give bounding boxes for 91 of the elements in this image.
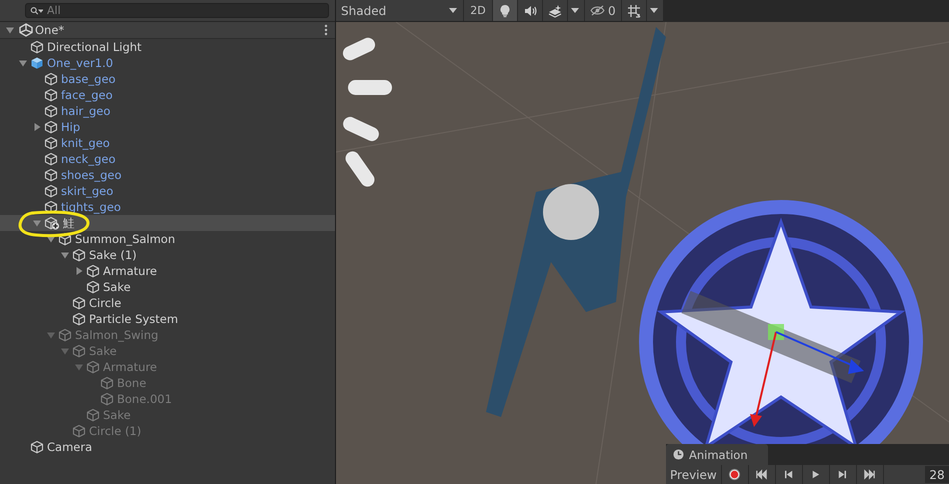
record-icon [728,468,742,481]
item-label: Armature [103,264,157,278]
cube-icon [72,344,86,358]
item-label: Circle (1) [89,424,142,438]
item-label: Sake [103,280,131,294]
hierarchy-item[interactable]: base_geo [0,71,335,87]
item-label: Summon_Salmon [75,232,176,246]
cube-icon [58,328,72,342]
speaker-icon [523,4,537,18]
cube-icon [86,408,100,422]
hierarchy-item[interactable]: 鮭 [0,215,335,231]
item-label: Bone.001 [117,392,172,406]
clock-icon [673,449,684,460]
cube-icon [44,136,58,150]
eye-slash-icon [590,5,605,16]
hierarchy-item[interactable]: neck_geo [0,151,335,167]
cube-icon [86,280,100,294]
hierarchy-item[interactable]: skirt_geo [0,183,335,199]
item-label: Sake [103,408,131,422]
cube-icon [44,184,58,198]
layers-sparkle-icon [548,4,562,18]
hierarchy-item[interactable]: shoes_geo [0,167,335,183]
cube-icon [100,392,114,406]
hierarchy-item[interactable]: tights_geo [0,199,335,215]
item-label: Sake [89,344,117,358]
cube-icon [100,376,114,390]
item-label: base_geo [61,72,116,86]
caret-icon [449,8,457,13]
hierarchy-item[interactable]: Hip [0,119,335,135]
item-label: hair_geo [61,104,110,118]
hierarchy-item[interactable]: face_geo [0,87,335,103]
item-label: One_ver1.0 [47,56,114,70]
caret-icon [650,8,658,13]
item-label: Hip [61,120,80,134]
unity-logo-icon [19,23,33,37]
cube-icon [72,312,86,326]
transform-gizmo-drawing[interactable] [750,324,864,427]
light-bulb-icon [498,4,512,18]
hierarchy-item[interactable]: Sake [0,279,335,295]
frame-field[interactable]: 28 [925,466,949,483]
cube-icon [72,424,86,438]
cube-icon [44,104,58,118]
item-label: Armature [103,360,157,374]
search-icon [30,6,43,16]
hierarchy-item[interactable]: Armature [0,263,335,279]
item-label: Directional Light [47,40,142,54]
skip-forward-icon [863,468,876,481]
animation-tab[interactable]: Animation [666,444,768,465]
hierarchy-item[interactable]: Sake (1) [0,247,335,263]
item-label: shoes_geo [61,168,122,182]
cube-icon [72,296,86,310]
lighting-toggle[interactable] [492,0,517,21]
item-label: face_geo [61,88,113,102]
prefab-cube-icon [30,56,44,70]
cube-icon [30,40,44,54]
hierarchy-item[interactable]: Particle System [0,311,335,327]
cube-icon [44,152,58,166]
hierarchy-item[interactable]: Camera [0,439,335,455]
caret-icon [571,8,579,13]
hierarchy-item[interactable]: Summon_Salmon [0,231,335,247]
hierarchy-item[interactable]: Directional Light [0,39,335,55]
cube-icon [44,168,58,182]
scene-title: One* [35,23,66,37]
item-label: Sake (1) [89,248,137,262]
item-label: knit_geo [61,136,110,150]
cube-icon [44,88,58,102]
preview-button[interactable]: Preview [666,465,722,484]
item-label: tights_geo [61,200,121,214]
cube-icon [72,248,86,262]
item-label: Particle System [89,312,178,326]
hierarchy-item[interactable]: knit_geo [0,135,335,151]
item-label: Bone [117,376,146,390]
item-label: Salmon_Swing [75,328,158,342]
cube-icon [30,440,44,454]
item-label: Circle [89,296,122,310]
grid-icon [626,4,641,18]
cube-icon [44,72,58,86]
hierarchy-item[interactable]: hair_geo [0,103,335,119]
skip-back-icon [755,468,768,481]
cube-plus-icon [44,216,60,230]
more-options-icon[interactable] [324,24,328,36]
search-field[interactable]: All [25,3,329,18]
item-label: neck_geo [61,152,116,166]
cube-icon [44,120,58,134]
hierarchy-item[interactable]: One_ver1.0 [0,55,335,71]
item-label: 鮭 [63,216,75,230]
item-label: skirt_geo [61,184,114,198]
cube-icon [86,360,100,374]
hierarchy-item[interactable]: Circle [0,295,335,311]
cube-icon [86,264,100,278]
item-label: Camera [47,440,92,454]
